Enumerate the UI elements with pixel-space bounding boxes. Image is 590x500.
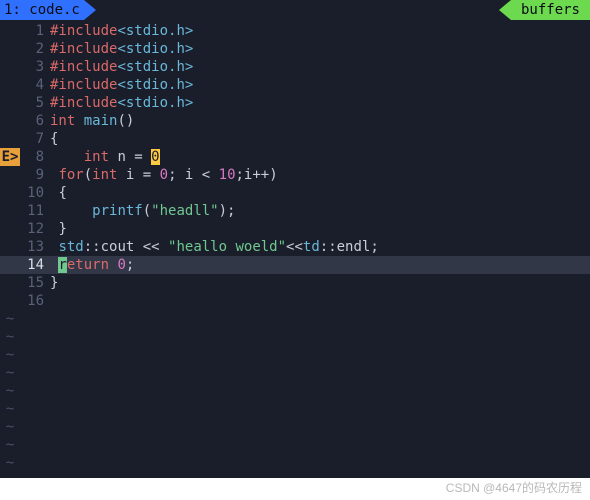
line-number: 16: [20, 292, 50, 310]
line-number: 1: [20, 22, 50, 40]
code-line: 3#include<stdio.h>: [0, 58, 590, 76]
line-number: 7: [20, 130, 50, 148]
code-line-current: 14 return 0;: [0, 256, 590, 274]
tilde-icon: ~: [0, 436, 20, 454]
empty-line: ~: [0, 436, 590, 454]
empty-line: ~: [0, 364, 590, 382]
empty-line: ~: [0, 328, 590, 346]
line-number: 10: [20, 184, 50, 202]
cursor: 0: [151, 149, 159, 165]
code-line: 5#include<stdio.h>: [0, 94, 590, 112]
line-number: 5: [20, 94, 50, 112]
code-line: E>8 int n = 0: [0, 148, 590, 166]
empty-line: ~: [0, 418, 590, 436]
editor-window: 1: code.c buffers 1#include<stdio.h> 2#i…: [0, 0, 590, 478]
empty-line: ~: [0, 454, 590, 472]
line-number: 14: [20, 256, 50, 274]
code-line: 4#include<stdio.h>: [0, 76, 590, 94]
tilde-icon: ~: [0, 382, 20, 400]
empty-line: ~: [0, 346, 590, 364]
tab-current-file[interactable]: 1: code.c: [0, 0, 84, 20]
code-area[interactable]: 1#include<stdio.h> 2#include<stdio.h> 3#…: [0, 20, 590, 472]
empty-line: ~: [0, 400, 590, 418]
code-line: 7{: [0, 130, 590, 148]
code-line: 16: [0, 292, 590, 310]
watermark: CSDN @4647的码农历程: [446, 479, 582, 496]
tilde-icon: ~: [0, 418, 20, 436]
tilde-icon: ~: [0, 364, 20, 382]
empty-line: ~: [0, 382, 590, 400]
code-line: 1#include<stdio.h>: [0, 22, 590, 40]
line-number: 3: [20, 58, 50, 76]
line-number: 11: [20, 202, 50, 220]
line-number: 4: [20, 76, 50, 94]
code-line: 6int main(): [0, 112, 590, 130]
line-number: 12: [20, 220, 50, 238]
line-number: 13: [20, 238, 50, 256]
line-number: 15: [20, 274, 50, 292]
empty-line: ~: [0, 310, 590, 328]
code-line: 2#include<stdio.h>: [0, 40, 590, 58]
code-line: 9 for(int i = 0; i < 10;i++): [0, 166, 590, 184]
error-sign[interactable]: E>: [0, 148, 20, 166]
line-number: 6: [20, 112, 50, 130]
code-line: 11 printf("headll");: [0, 202, 590, 220]
tab-bar: 1: code.c buffers: [0, 0, 590, 20]
code-content[interactable]: #include<stdio.h>: [50, 22, 590, 40]
code-line: 15}: [0, 274, 590, 292]
code-line: 12 }: [0, 220, 590, 238]
code-line: 13 std::cout << "heallo woeld"<<td::endl…: [0, 238, 590, 256]
tilde-icon: ~: [0, 310, 20, 328]
sign-column: [0, 22, 20, 40]
line-number: 2: [20, 40, 50, 58]
tilde-icon: ~: [0, 328, 20, 346]
cursor-line14: r: [58, 257, 66, 273]
tilde-icon: ~: [0, 400, 20, 418]
tilde-icon: ~: [0, 454, 20, 472]
tab-buffers[interactable]: buffers: [511, 0, 590, 20]
code-line: 10 {: [0, 184, 590, 202]
tilde-icon: ~: [0, 346, 20, 364]
line-number: 9: [20, 166, 50, 184]
line-number: 8: [20, 148, 50, 166]
